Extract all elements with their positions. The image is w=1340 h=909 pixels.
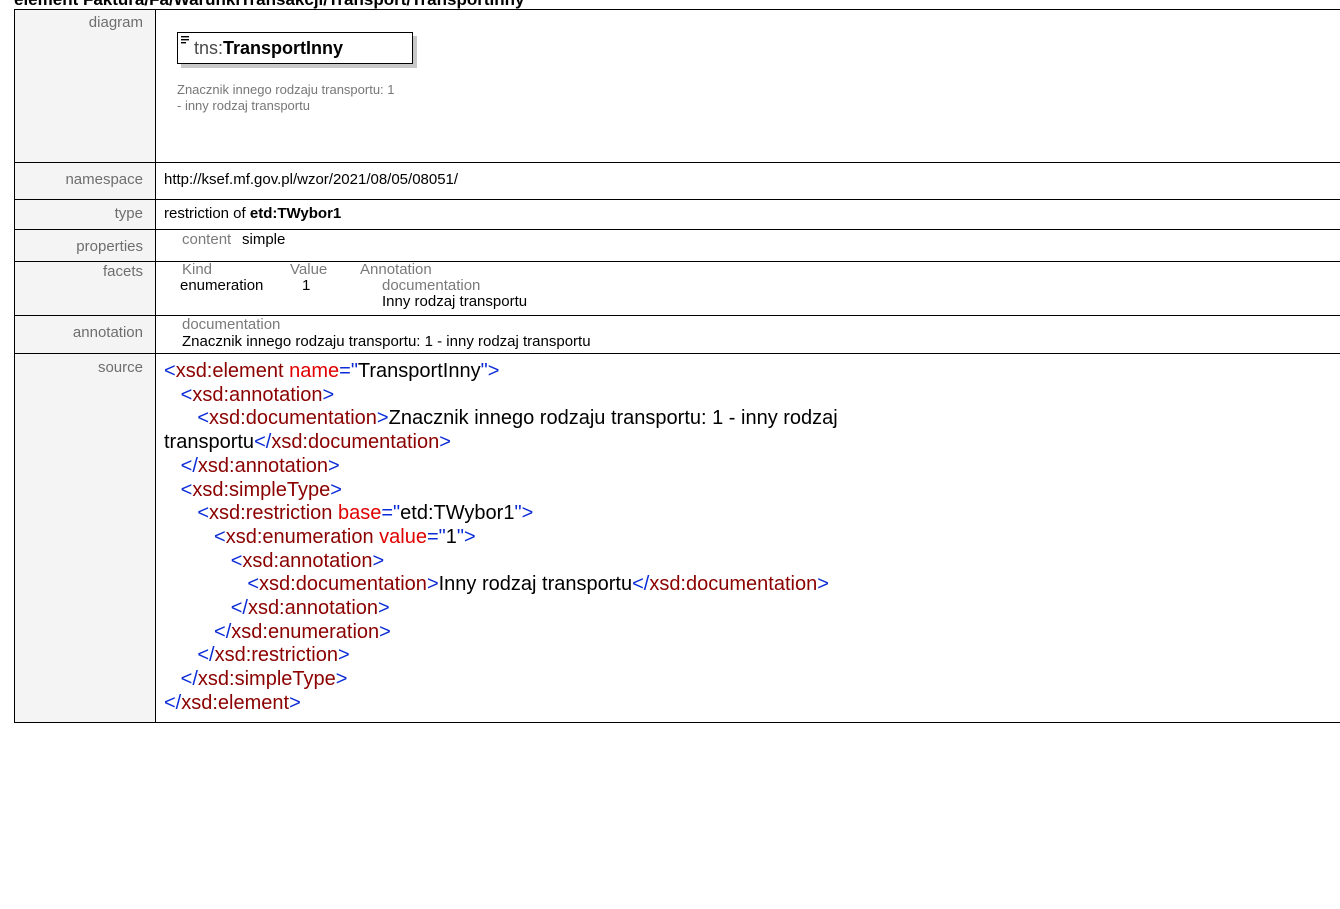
- row-facets: facets Kind Value Annotation enumeration…: [14, 261, 1340, 316]
- type-prefix: restriction of: [164, 205, 250, 222]
- facet-doc-label: documentation: [382, 277, 481, 294]
- source-line: <xsd:documentation>Inny rodzaj transport…: [247, 573, 829, 596]
- label-properties: properties: [14, 229, 156, 262]
- facet-value: 1: [302, 277, 311, 294]
- row-namespace: namespace http://ksef.mf.gov.pl/wzor/202…: [14, 162, 1340, 200]
- annotation-value: documentation Znacznik innego rodzaju tr…: [155, 315, 1340, 354]
- facets-table: Kind Value Annotation enumeration 1 docu…: [180, 262, 1335, 310]
- row-source: source <xsd:element name="TransportInny"…: [14, 353, 1340, 723]
- source-line: <xsd:simpleType>: [180, 478, 342, 501]
- property-value: simple: [242, 231, 286, 248]
- namespace-value: http://ksef.mf.gov.pl/wzor/2021/08/05/08…: [155, 162, 1340, 200]
- element-lines-icon: [181, 36, 189, 44]
- source-code: <xsd:element name="TransportInny"> <xsd:…: [155, 353, 1340, 723]
- node-name: TransportInny: [223, 38, 344, 58]
- element-node[interactable]: tns:TransportInny: [177, 32, 413, 64]
- label-source: source: [14, 353, 156, 723]
- source-line: </xsd:simpleType>: [180, 668, 348, 691]
- source-line: <xsd:annotation>: [180, 383, 335, 406]
- source-line: </xsd:annotation>: [230, 597, 390, 620]
- label-type: type: [14, 199, 156, 230]
- facet-header-annotation: Annotation: [360, 261, 432, 278]
- diagram-cell: tns:TransportInny Znacznik innego rodzaj…: [155, 9, 1340, 163]
- row-annotation: annotation documentation Znacznik innego…: [14, 315, 1340, 354]
- source-line: transportu</xsd:documentation>: [164, 431, 451, 454]
- diagram-annotation: Znacznik innego rodzaju transportu: 1 - …: [177, 82, 395, 113]
- row-properties: properties content simple: [14, 229, 1340, 262]
- property-key: content: [182, 231, 232, 248]
- source-line: <xsd:annotation>: [230, 549, 385, 572]
- source-line: </xsd:annotation>: [180, 454, 340, 477]
- properties-grid: content simple: [182, 231, 1335, 248]
- label-diagram: diagram: [14, 9, 156, 163]
- source-line: <xsd:element name="TransportInny">: [164, 360, 500, 382]
- label-namespace: namespace: [14, 162, 156, 200]
- facet-doc-text: Inny rodzaj transportu: [382, 293, 528, 310]
- facet-kind: enumeration: [180, 277, 264, 294]
- row-type: type restriction of etd:TWybor1: [14, 199, 1340, 230]
- label-facets: facets: [14, 261, 156, 316]
- diagram: tns:TransportInny Znacznik innego rodzaj…: [156, 10, 1340, 162]
- source-line: </xsd:element>: [164, 691, 301, 714]
- source-line: </xsd:restriction>: [197, 644, 350, 667]
- facet-header-value: Value: [290, 261, 328, 278]
- annotation-head: documentation: [182, 316, 281, 333]
- source-line: <xsd:restriction base="etd:TWybor1">: [197, 502, 534, 525]
- properties-value: content simple: [155, 229, 1340, 262]
- node-prefix: tns:: [194, 38, 224, 58]
- facets-value: Kind Value Annotation enumeration 1 docu…: [155, 261, 1340, 316]
- element-node-label: tns:TransportInny: [194, 38, 343, 59]
- element-doc-table: diagram tns:TransportInny Znacznik inneg…: [14, 9, 1340, 723]
- row-diagram: diagram tns:TransportInny Znacznik inneg…: [14, 9, 1340, 163]
- type-base[interactable]: etd:TWybor1: [250, 205, 341, 222]
- type-value: restriction of etd:TWybor1: [155, 199, 1340, 230]
- annotation-text: Znacznik innego rodzaju transportu: 1 - …: [182, 333, 591, 350]
- source-line: <xsd:documentation>Znacznik innego rodza…: [197, 407, 838, 430]
- label-annotation: annotation: [14, 315, 156, 354]
- facet-header-kind: Kind: [182, 261, 213, 278]
- source-line: <xsd:enumeration value="1">: [214, 525, 476, 548]
- source-line: </xsd:enumeration>: [214, 620, 391, 643]
